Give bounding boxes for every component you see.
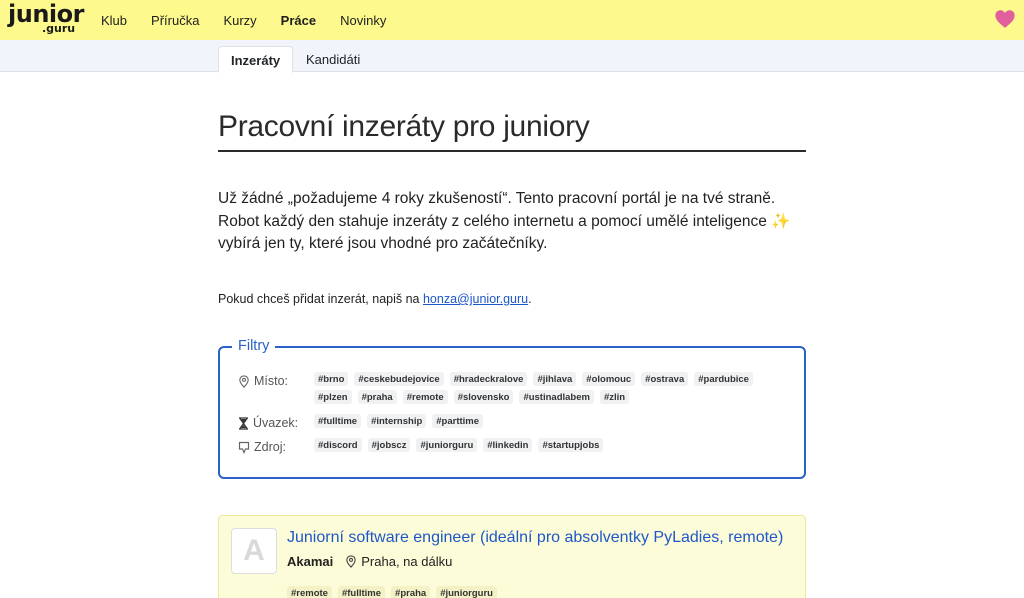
lead-paragraph: Už žádné „požadujeme 4 roky zkušeností“.…: [218, 190, 791, 252]
email-link[interactable]: honza@junior.guru: [423, 292, 528, 306]
heart-icon[interactable]: [994, 8, 1016, 30]
tab-inzeraty[interactable]: Inzeráty: [218, 46, 294, 73]
tag-ostrava[interactable]: #ostrava: [641, 372, 689, 386]
tag-jihlava[interactable]: #jihlava: [533, 372, 577, 386]
nav-item-novinky[interactable]: Novinky: [340, 13, 386, 28]
filter-label-misto: Místo:: [238, 372, 314, 390]
filters-legend: Filtry: [232, 338, 276, 354]
filters-box: Filtry Místo: #brno #ceskebudejovice #hrad…: [218, 338, 806, 479]
nav-item-klub[interactable]: Klub: [101, 13, 127, 28]
logo-sub: .guru: [42, 22, 76, 35]
filter-label-misto-text: Místo:: [254, 374, 289, 388]
tag-juniorguru[interactable]: #juniorguru: [416, 438, 478, 452]
tag-discord[interactable]: #discord: [314, 438, 362, 452]
subnav: Inzeráty Kandidáti: [0, 40, 1024, 73]
note-prefix: Pokud chceš přidat inzerát, napiš na: [218, 292, 423, 306]
tag-parttime[interactable]: #parttime: [432, 414, 484, 428]
filter-label-zdroj: Zdroj:: [238, 438, 314, 456]
filter-tags-zdroj: #discord #jobscz #juniorguru #linkedin #star…: [314, 438, 784, 456]
job-meta: Akamai Praha, na dálku: [287, 554, 452, 569]
tag-plzen[interactable]: #plzen: [314, 390, 352, 404]
tag-internship[interactable]: #internship: [367, 414, 427, 428]
tag-remote[interactable]: #remote: [287, 586, 332, 598]
tag-linkedin[interactable]: #linkedin: [483, 438, 533, 452]
tag-praha[interactable]: #praha: [391, 586, 431, 598]
add-job-note: Pokud chceš přidat inzerát, napiš na hon…: [218, 292, 532, 306]
page-title: Pracovní inzeráty pro juniory: [218, 110, 806, 152]
tag-ustinadlabem[interactable]: #ustinadlabem: [519, 390, 594, 404]
job-tags: #remote #fulltime #praha #juniorguru: [287, 586, 503, 598]
location-pin-icon: [239, 374, 249, 388]
filter-label-uvazek-text: Úvazek:: [253, 416, 299, 430]
tag-remote[interactable]: #remote: [402, 390, 448, 404]
tag-ceskebudejovice[interactable]: #ceskebudejovice: [354, 372, 444, 386]
filter-row-uvazek: Úvazek: #fulltime #internship #parttime: [238, 414, 784, 432]
nav-item-prirucka[interactable]: Příručka: [151, 13, 199, 28]
logo[interactable]: junior .guru: [8, 0, 84, 37]
nav-menu: Klub Příručka Kurzy Práce Novinky: [101, 0, 410, 40]
source-icon: [238, 441, 250, 454]
tag-startupjobs[interactable]: #startupjobs: [538, 438, 604, 452]
tag-praha[interactable]: #praha: [357, 390, 397, 404]
filter-row-misto: Místo: #brno #ceskebudejovice #hradeckralo…: [238, 372, 784, 408]
tag-brno[interactable]: #brno: [314, 372, 349, 386]
nav-item-kurzy[interactable]: Kurzy: [223, 13, 256, 28]
tag-hradeckralove[interactable]: #hradeckralove: [449, 372, 528, 386]
tag-fulltime[interactable]: #fulltime: [314, 414, 362, 428]
tag-juniorguru[interactable]: #juniorguru: [436, 586, 497, 598]
tag-jobscz[interactable]: #jobscz: [367, 438, 411, 452]
job-location: Praha, na dálku: [345, 554, 452, 569]
filter-tags-misto: #brno #ceskebudejovice #hradeckralove #jihl…: [314, 372, 784, 408]
hourglass-icon: [239, 416, 248, 430]
top-navbar: junior .guru Klub Příručka Kurzy Práce N…: [0, 0, 1024, 40]
job-title-link[interactable]: Juniorní software engineer (ideální pro …: [287, 529, 783, 547]
job-location-text: Praha, na dálku: [361, 554, 453, 569]
note-suffix: .: [528, 292, 532, 306]
filter-label-zdroj-text: Zdroj:: [254, 440, 286, 454]
company-logo: A: [231, 528, 277, 574]
filter-row-zdroj: Zdroj: #discord #jobscz #juniorguru #linked…: [238, 438, 784, 456]
tab-kandidati[interactable]: Kandidáti: [294, 46, 372, 73]
tag-olomouc[interactable]: #olomouc: [582, 372, 636, 386]
tag-zlin[interactable]: #zlin: [599, 390, 630, 404]
location-pin-icon: [346, 555, 356, 568]
job-company: Akamai: [287, 554, 334, 569]
tag-fulltime[interactable]: #fulltime: [337, 586, 386, 598]
nav-item-prace[interactable]: Práce: [281, 13, 316, 28]
tag-slovensko[interactable]: #slovensko: [453, 390, 514, 404]
filter-label-uvazek: Úvazek:: [238, 414, 314, 432]
tag-pardubice[interactable]: #pardubice: [694, 372, 753, 386]
filter-tags-uvazek: #fulltime #internship #parttime: [314, 414, 784, 432]
job-card[interactable]: A Juniorní software engineer (ideální pr…: [218, 515, 806, 598]
